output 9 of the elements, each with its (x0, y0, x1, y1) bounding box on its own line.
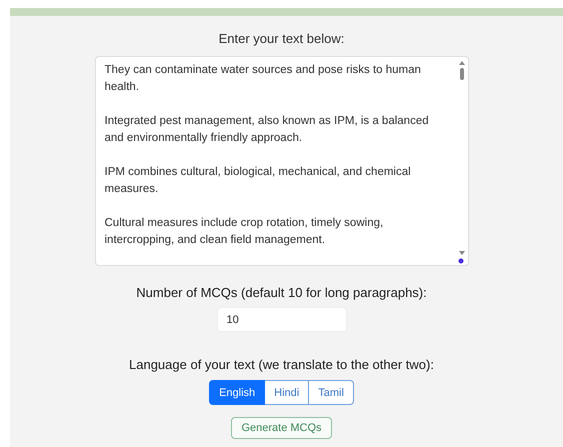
language-option[interactable]: English (209, 380, 266, 405)
language-option[interactable]: Hindi (265, 380, 310, 405)
generate-button[interactable]: Generate MCQs (231, 417, 332, 439)
text-input-area[interactable]: They can contaminate water sources and pose risks to human health. Integrated pest management, also known as IPM, is a balanced and environmentally friendly approach. IPM combines cultural, biological, mechanical, and chemical measures. Cultural measures include crop rotation, timely sowing, intercropping, and clean field management. (94, 56, 468, 266)
language-option[interactable]: Tamil (309, 380, 354, 405)
mcq-count-label: Number of MCQs (default 10 for long paragraphs): (136, 285, 427, 300)
language-label: Language of your text (we translate to the other two): (129, 357, 434, 372)
text-input-label: Enter your text below: (218, 31, 344, 47)
mcq-count-field[interactable]: 10 (216, 307, 346, 332)
